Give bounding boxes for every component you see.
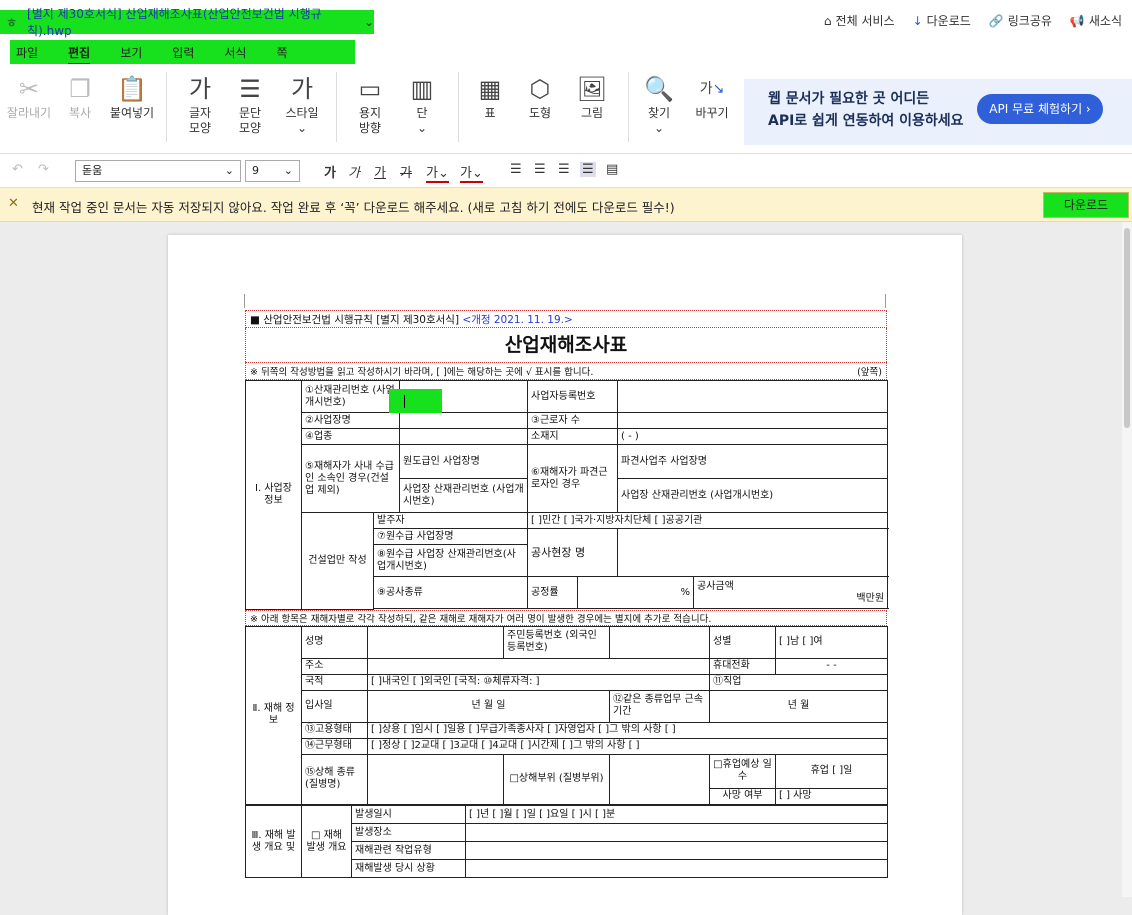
close-icon[interactable]: ✕ — [8, 196, 19, 211]
menu-view[interactable]: 보기 — [120, 44, 142, 65]
font-select[interactable]: 돋움 ⌄ — [75, 160, 241, 182]
char-icon: 가 — [188, 74, 212, 103]
italic-button[interactable]: 가 — [348, 162, 360, 181]
ad-text: 웹 문서가 필요한 곳 어디든 API로 쉽게 연동하여 이용하세요 — [768, 91, 964, 129]
chevron-down-icon[interactable]: ⌄ — [364, 15, 374, 29]
form-document[interactable]: ■ 산업안전보건법 시행규칙 [별지 제30호서식] <개정 2021. 11.… — [245, 310, 889, 878]
copy-icon: ❐ — [69, 74, 91, 103]
share-link[interactable]: 🔗 링크공유 — [989, 12, 1052, 29]
section-1-label: Ⅰ. 사업장 정보 — [245, 380, 302, 610]
file-name[interactable]: [별지 제30호서식] 산업재해조사표(산업안전보건법 시행규칙).hwp — [27, 5, 358, 39]
chevron-down-icon: ⌄ — [283, 164, 293, 177]
format-bar: ↶ ↷ 돋움 ⌄ 9 ⌄ 가 가 가 가 가⌄ 가⌄ ☰ ☰ ☰ ☰ ▤ — [0, 154, 1132, 188]
biz-reg-input[interactable] — [617, 380, 889, 413]
scrollbar[interactable] — [1122, 222, 1132, 897]
accident-info-table: Ⅱ. 재해 정보 성명 주민등록번호 (외국인등록번호) 성별[ ]남 [ ]여 주소… — [245, 625, 888, 806]
menu-page[interactable]: 쪽 — [276, 44, 287, 65]
column-button[interactable]: ▥ 단 ⌄ — [404, 72, 440, 136]
shapes-icon: ⬡ — [529, 74, 551, 103]
workplace-table: Ⅰ. 사업장 정보 ①산재관리번호 (사업개시번호) 사업자등록번호 ②사업장명 ③근… — [245, 380, 889, 610]
style-icon: 가 — [290, 74, 314, 103]
font-size-select[interactable]: 9 ⌄ — [245, 160, 300, 182]
form-header: ■ 산업안전보건법 시행규칙 [별지 제30호서식] <개정 2021. 11.… — [245, 310, 887, 328]
underline-button[interactable]: 가 — [374, 162, 386, 181]
image-icon: 🖼 — [576, 74, 608, 103]
chevron-down-icon: ⌄ — [224, 164, 234, 177]
align-distribute-icon[interactable]: ▤ — [606, 162, 618, 177]
text-color-button[interactable]: 가⌄ — [426, 162, 449, 183]
news-link[interactable]: 📢 새소식 — [1070, 12, 1122, 29]
accident-overview-table: Ⅲ. 재해 발생 개요 및 □ 재해 발생 개요 발생일시[ ]년 [ ]월 [ ]… — [245, 805, 888, 878]
copy-button[interactable]: ❐ 복사 — [60, 72, 100, 121]
image-button[interactable]: 🖼 그림 — [572, 72, 612, 121]
notice-bar: ✕ 현재 작업 중인 문서는 자동 저장되지 않아요. 작업 완료 후 ‘꼭’ … — [0, 188, 1132, 222]
bold-button[interactable]: 가 — [324, 162, 336, 181]
menu-items: 파일 편집 보기 입력 서식 쪽 — [16, 44, 318, 65]
char-shape-button[interactable]: 가 글자 모양 — [180, 72, 220, 136]
ribbon: ✂ 잘라내기 ❐ 복사 📋 붙여넣기 가 글자 모양 ☰ 문단 모양 가 스타일 ⌄ ▭ 용지 방향 … — [0, 64, 1132, 154]
form-note: ※ 뒤쪽의 작성방법을 읽고 작성하시기 바라며, [ ]에는 해당하는 곳에 … — [245, 362, 887, 380]
clipboard-icon: 📋 — [117, 74, 147, 103]
menu-insert[interactable]: 입력 — [172, 44, 194, 65]
redo-icon[interactable]: ↷ — [38, 162, 49, 177]
top-links: ⌂ 전체 서비스 ↓ 다운로드 🔗 링크공유 📢 새소식 — [824, 12, 1122, 29]
para-shape-button[interactable]: ☰ 문단 모양 — [230, 72, 270, 136]
scissors-icon: ✂ — [18, 74, 40, 103]
paper-orientation-button[interactable]: ▭ 용지 방향 — [348, 72, 392, 136]
strike-button[interactable]: 가 — [400, 162, 412, 181]
scroll-thumb[interactable] — [1124, 228, 1130, 428]
section-3-label: Ⅲ. 재해 발생 개요 및 — [245, 805, 302, 878]
text-cursor — [404, 395, 405, 408]
ribbon-divider — [336, 72, 337, 142]
megaphone-icon: 📢 — [1069, 13, 1085, 28]
form-note-2: ※ 아래 항목은 재해자별로 각각 작성하되, 같은 재해로 재해자가 여러 명… — [245, 609, 887, 626]
paragraph-icon: ☰ — [239, 74, 261, 103]
style-button[interactable]: 가 스타일 ⌄ — [280, 72, 324, 136]
download-link[interactable]: ↓ 다운로드 — [913, 12, 971, 29]
hancom-logo-icon: ㅎ — [6, 15, 18, 30]
undo-icon[interactable]: ↶ — [12, 162, 23, 177]
home-icon: ⌂ — [823, 13, 832, 28]
columns-icon: ▥ — [410, 74, 434, 103]
notice-download-button[interactable]: 다운로드 — [1043, 192, 1129, 218]
page-margin-guide — [244, 294, 886, 308]
api-ad-banner[interactable]: 웹 문서가 필요한 곳 어디든 API로 쉽게 연동하여 이용하세요 API 무료… — [744, 79, 1132, 145]
ribbon-divider — [628, 72, 629, 142]
align-justify-icon[interactable]: ☰ — [580, 162, 596, 177]
menu-format[interactable]: 서식 — [224, 44, 246, 65]
find-button[interactable]: 🔍 찾기 ⌄ — [640, 72, 678, 136]
form-title: 산업재해조사표 — [245, 328, 887, 362]
table-button[interactable]: ▦ 표 — [472, 72, 508, 121]
paste-button[interactable]: 📋 붙여넣기 — [104, 72, 160, 121]
align-left-icon[interactable]: ☰ — [510, 162, 522, 177]
highlight-color-button[interactable]: 가⌄ — [460, 162, 483, 183]
align-center-icon[interactable]: ☰ — [534, 162, 546, 177]
menu-file[interactable]: 파일 — [16, 44, 38, 65]
page-icon: ▭ — [358, 74, 382, 103]
download-icon: ↓ — [912, 13, 923, 28]
notice-message: 현재 작업 중인 문서는 자동 저장되지 않아요. 작업 완료 후 ‘꼭’ 다운… — [32, 200, 675, 215]
shape-button[interactable]: ⬡ 도형 — [520, 72, 560, 121]
replace-icon: 가 ↘ — [699, 80, 725, 97]
document-title[interactable]: ㅎ [별지 제30호서식] 산업재해조사표(산업안전보건법 시행규칙).hwp … — [0, 7, 374, 38]
ribbon-divider — [458, 72, 459, 142]
replace-button[interactable]: 가 ↘ 바꾸기 — [690, 72, 734, 121]
ribbon-divider — [166, 72, 167, 142]
api-trial-button[interactable]: API 무료 체험하기 › — [977, 94, 1103, 124]
cut-button[interactable]: ✂ 잘라내기 — [4, 72, 54, 121]
search-icon: 🔍 — [644, 74, 674, 103]
align-right-icon[interactable]: ☰ — [558, 162, 570, 177]
table-icon: ▦ — [478, 74, 502, 103]
section-2-label: Ⅱ. 재해 정보 — [245, 625, 302, 805]
link-icon: 🔗 — [988, 13, 1004, 28]
cursor-highlight — [389, 389, 442, 413]
menu-edit[interactable]: 편집 — [68, 44, 91, 65]
all-services-link[interactable]: ⌂ 전체 서비스 — [824, 12, 895, 29]
